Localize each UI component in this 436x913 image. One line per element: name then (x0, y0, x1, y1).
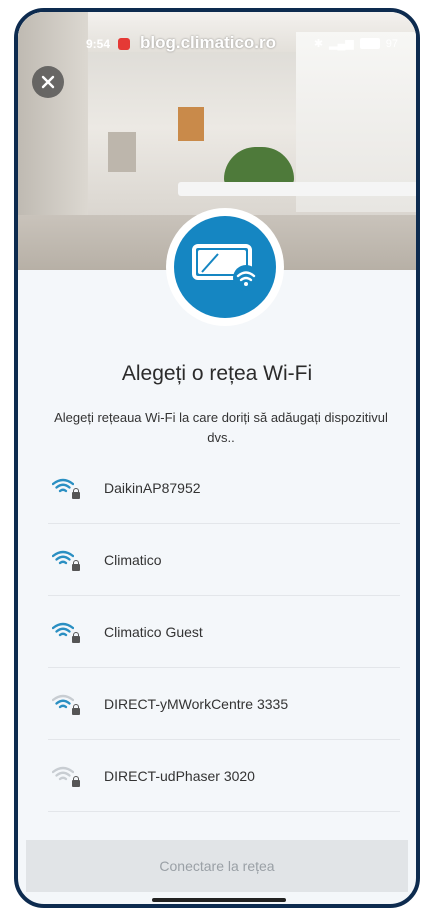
bluetooth-icon: ✱ (313, 38, 324, 50)
phone-frame: 9:54 blog.climatico.ro ✱ ▂▄▆ 97 Alegeți … (14, 8, 420, 908)
page-subtitle: Alegeți rețeaua Wi-Fi la care doriți să … (54, 410, 388, 445)
network-item-climatico-guest[interactable]: Climatico Guest (48, 596, 400, 668)
wifi-lock-icon (51, 621, 80, 643)
watermark: blog.climatico.ro (140, 33, 277, 52)
connect-button-label: Conectare la rețea (159, 858, 275, 874)
connect-button[interactable]: Conectare la rețea (26, 840, 408, 892)
status-indicators: ✱ ▂▄▆ 97 (313, 37, 398, 51)
device-badge (166, 208, 284, 326)
network-item-direct-ymworkcentre-3335[interactable]: DIRECT-yMWorkCentre 3335 (48, 668, 400, 740)
signal-icon: ▂▄▆ (329, 38, 354, 50)
network-name: Climatico (104, 551, 162, 568)
status-time: 9:54 (86, 37, 111, 51)
notification-icon (118, 38, 130, 50)
close-icon (41, 75, 55, 89)
network-list: DaikinAP87952 Climatico Climatico Guest … (48, 452, 400, 812)
page-title: Alegeți o rețea Wi-Fi (121, 362, 313, 385)
wifi-lock-icon (51, 765, 80, 787)
network-item-daikinap87952[interactable]: DaikinAP87952 (48, 452, 400, 524)
battery-icon (359, 38, 380, 49)
network-name: DIRECT-udPhaser 3020 (104, 767, 255, 784)
wifi-lock-icon (51, 549, 80, 571)
status-bar: 9:54 blog.climatico.ro ✱ ▂▄▆ 97 (18, 30, 416, 60)
network-name: DaikinAP87952 (104, 479, 201, 496)
wifi-lock-icon (51, 693, 80, 715)
close-button[interactable] (32, 66, 64, 98)
network-item-climatico[interactable]: Climatico (48, 524, 400, 596)
network-item-direct-udphaser-3020[interactable]: DIRECT-udPhaser 3020 (48, 740, 400, 812)
wifi-lock-icon (51, 477, 80, 499)
ac-unit-wifi-icon (192, 244, 259, 291)
battery-level: 97 (385, 37, 398, 50)
network-name: DIRECT-yMWorkCentre 3335 (104, 695, 289, 712)
home-indicator (152, 898, 286, 902)
network-name: Climatico Guest (104, 623, 203, 640)
